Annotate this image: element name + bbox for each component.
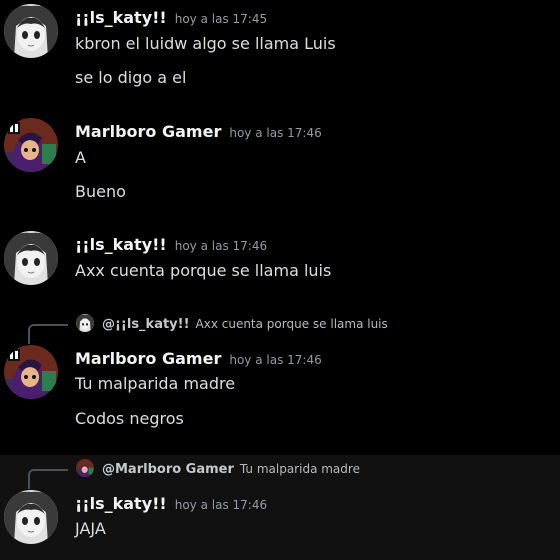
author-name[interactable]: Marlboro Gamer — [75, 122, 221, 141]
chat-messages-list: ¡¡ls_katy!! hoy a las 17:45 kbron el luid… — [0, 0, 560, 560]
reply-content: Axx cuenta porque se llama luis — [195, 317, 388, 331]
avatar-katy[interactable] — [4, 4, 58, 58]
message-header: Marlboro Gamer hoy a las 17:46 — [75, 348, 322, 371]
cartoon-character-avatar-icon — [4, 345, 58, 399]
cartoon-character-avatar-icon — [4, 118, 58, 172]
avatar-katy[interactable] — [4, 490, 58, 544]
reply-content: Tu malparida madre — [239, 462, 360, 476]
message-header: ¡¡ls_katy!! hoy a las 17:46 — [75, 234, 267, 257]
avatar-marlboro[interactable] — [4, 118, 58, 172]
cartoon-character-avatar-icon — [76, 459, 94, 477]
reply-spine — [28, 469, 68, 489]
anime-girl-avatar-icon — [4, 4, 58, 58]
reply-text: @¡¡ls_katy!! Axx cuenta porque se llama l… — [102, 314, 388, 334]
reply-spine — [28, 324, 68, 344]
message-header: Marlboro Gamer hoy a las 17:46 — [75, 121, 322, 144]
message-timestamp: hoy a las 17:46 — [174, 498, 268, 512]
author-name[interactable]: ¡¡ls_katy!! — [75, 8, 167, 27]
avatar-marlboro[interactable] — [4, 345, 58, 399]
reply-avatar — [76, 459, 94, 477]
reply-reference[interactable]: @Marlboro Gamer Tu malparida madre — [0, 459, 560, 489]
message-timestamp: hoy a las 17:45 — [174, 12, 268, 26]
avatar-katy[interactable] — [4, 231, 58, 285]
message-text: se lo digo a el — [75, 68, 187, 87]
message-header: ¡¡ls_katy!! hoy a las 17:45 — [75, 7, 267, 30]
message-text: Tu malparida madre — [75, 374, 236, 393]
message-text: A — [75, 148, 86, 167]
reply-reference[interactable]: @¡¡ls_katy!! Axx cuenta porque se llama l… — [0, 314, 560, 344]
message-text: Axx cuenta porque se llama luis — [75, 261, 332, 280]
message-text: JAJA — [75, 519, 106, 538]
message-timestamp: hoy a las 17:46 — [229, 353, 322, 367]
anime-girl-avatar-icon — [4, 490, 58, 544]
reply-author[interactable]: @¡¡ls_katy!! — [102, 317, 190, 332]
message-timestamp: hoy a las 17:46 — [229, 126, 322, 140]
reply-avatar — [76, 314, 94, 332]
message-header: ¡¡ls_katy!! hoy a las 17:46 — [75, 493, 267, 516]
anime-girl-avatar-icon — [4, 231, 58, 285]
author-name[interactable]: ¡¡ls_katy!! — [75, 494, 167, 513]
message-text: kbron el luidw algo se llama Luis — [75, 34, 336, 53]
reply-author[interactable]: @Marlboro Gamer — [102, 462, 234, 477]
message-text: Codos negros — [75, 409, 184, 428]
anime-girl-avatar-icon — [76, 314, 94, 332]
message-timestamp: hoy a las 17:46 — [174, 239, 268, 253]
author-name[interactable]: ¡¡ls_katy!! — [75, 235, 167, 254]
reply-text: @Marlboro Gamer Tu malparida madre — [102, 459, 360, 479]
message-text: Bueno — [75, 182, 126, 201]
author-name[interactable]: Marlboro Gamer — [75, 349, 221, 368]
